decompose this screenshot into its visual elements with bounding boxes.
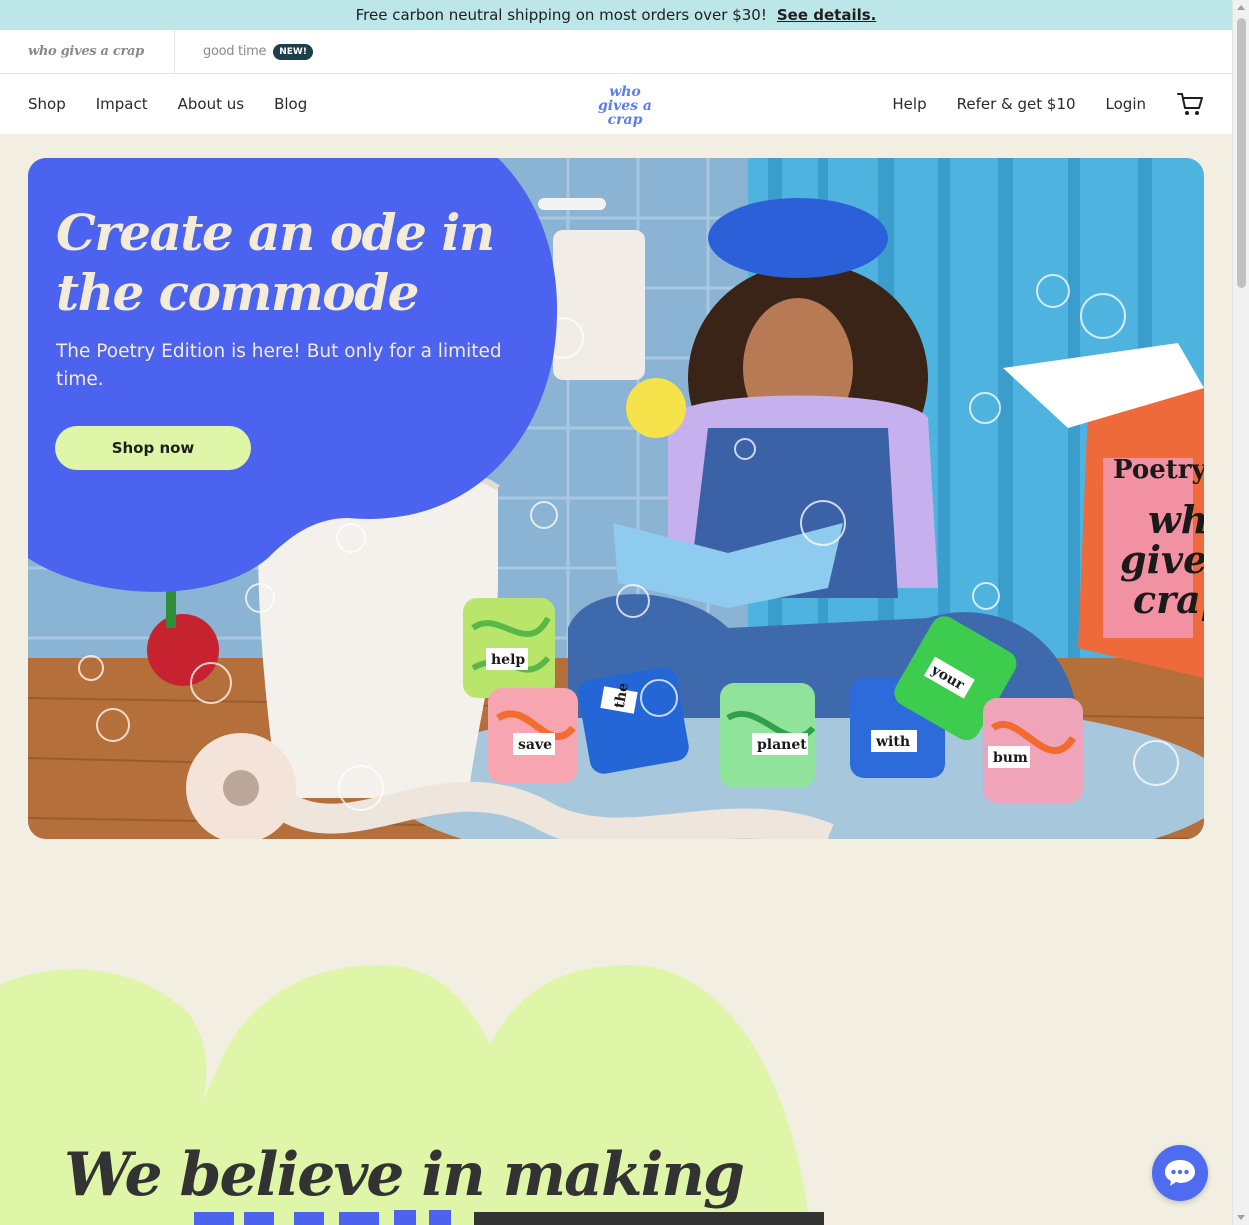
- promo-bar: Free carbon neutral shipping on most ord…: [0, 0, 1232, 30]
- nav-refer[interactable]: Refer & get $10: [957, 95, 1076, 113]
- believe-heading: We believe in making: [64, 1140, 745, 1210]
- cart-icon[interactable]: [1176, 91, 1204, 117]
- box-label-crap: crap: [1133, 577, 1204, 622]
- hero-banner[interactable]: help save the planet with your bum Poetr…: [28, 158, 1204, 839]
- believe-heading-second-line: [194, 1210, 824, 1225]
- nav-right: Help Refer & get $10 Login: [892, 91, 1204, 117]
- nav-left: Shop Impact About us Blog: [0, 95, 307, 113]
- chat-button[interactable]: [1152, 1145, 1208, 1201]
- chat-bubble-icon: [1165, 1160, 1195, 1186]
- roll-label-help: help: [491, 652, 525, 668]
- logo-line-3: crap: [608, 112, 643, 128]
- brand-switcher: who gives a crap good time NEW!: [0, 30, 1232, 74]
- hero-title: Create an ode in the commode: [56, 203, 495, 322]
- box-label-who: who: [1148, 497, 1204, 542]
- box-label-gives: gives a: [1120, 537, 1204, 582]
- nav-blog[interactable]: Blog: [274, 95, 307, 113]
- nav-help[interactable]: Help: [892, 95, 926, 113]
- scroll-down-arrow-icon[interactable]: [1237, 1215, 1245, 1220]
- box-label-poetry: Poetry: [1113, 455, 1204, 485]
- shop-now-button[interactable]: Shop now: [55, 426, 251, 470]
- roll-label-bum: bum: [993, 750, 1028, 766]
- scrollbar-thumb[interactable]: [1237, 18, 1246, 288]
- new-badge: NEW!: [273, 43, 313, 60]
- roll-label-with: with: [875, 734, 910, 750]
- hero-subtitle: The Poetry Edition is here! But only for…: [56, 341, 502, 390]
- site-logo[interactable]: who gives a crap: [592, 82, 658, 128]
- brand-tab-good-time[interactable]: good time NEW!: [175, 30, 341, 73]
- main-nav: Shop Impact About us Blog who gives a cr…: [0, 74, 1232, 134]
- good-time-wordmark: good time: [203, 44, 267, 59]
- roll-label-planet: planet: [757, 737, 807, 753]
- promo-details-link[interactable]: See details.: [777, 6, 877, 24]
- promo-text: Free carbon neutral shipping on most ord…: [355, 6, 767, 24]
- brand-tab-wgac[interactable]: who gives a crap: [0, 30, 175, 73]
- nav-shop[interactable]: Shop: [28, 95, 66, 113]
- roll-label-save: save: [518, 737, 552, 753]
- nav-impact[interactable]: Impact: [96, 95, 148, 113]
- nav-about-us[interactable]: About us: [178, 95, 244, 113]
- wgac-wordmark: who gives a crap: [28, 44, 144, 59]
- page-scrollbar[interactable]: [1232, 0, 1249, 1225]
- scroll-up-arrow-icon[interactable]: [1237, 5, 1245, 10]
- nav-login[interactable]: Login: [1106, 95, 1146, 113]
